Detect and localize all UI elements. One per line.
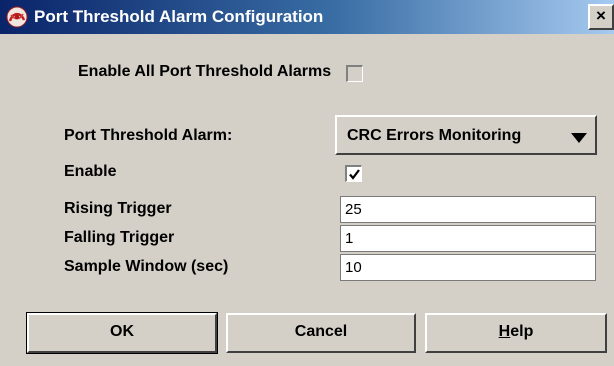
rising-trigger-input[interactable]: 25	[340, 196, 596, 223]
falling-trigger-label: Falling Trigger	[64, 229, 175, 246]
help-button[interactable]: Help	[425, 313, 607, 353]
sample-window-input[interactable]: 10	[340, 254, 596, 281]
enable-all-label: Enable All Port Threshold Alarms	[78, 63, 332, 80]
enable-all-checkbox[interactable]	[346, 65, 363, 82]
help-mnemonic: H	[498, 323, 511, 340]
rising-trigger-label: Rising Trigger	[64, 200, 172, 217]
alarm-type-dropdown[interactable]: CRC Errors Monitoring	[335, 115, 597, 155]
window-title: Port Threshold Alarm Configuration	[34, 7, 324, 26]
checkmark-icon	[349, 169, 360, 180]
alarm-type-label: Port Threshold Alarm:	[64, 127, 233, 144]
help-label-rest: elp	[510, 323, 534, 340]
close-button[interactable]: ×	[588, 4, 614, 30]
app-logo-icon	[6, 6, 28, 28]
alarm-type-value: CRC Errors Monitoring	[347, 127, 522, 144]
sample-window-label: Sample Window (sec)	[64, 258, 229, 275]
enable-label: Enable	[64, 163, 117, 180]
close-icon: ×	[596, 6, 606, 25]
falling-trigger-input[interactable]: 1	[340, 225, 596, 252]
cancel-button[interactable]: Cancel	[226, 313, 416, 353]
dialog-window: Port Threshold Alarm Configuration × Ena…	[0, 0, 614, 366]
ok-button[interactable]: OK	[26, 312, 218, 354]
enable-checkbox[interactable]	[345, 165, 362, 182]
title-bar[interactable]: Port Threshold Alarm Configuration ×	[0, 0, 614, 34]
triangle-down-icon	[571, 130, 587, 148]
